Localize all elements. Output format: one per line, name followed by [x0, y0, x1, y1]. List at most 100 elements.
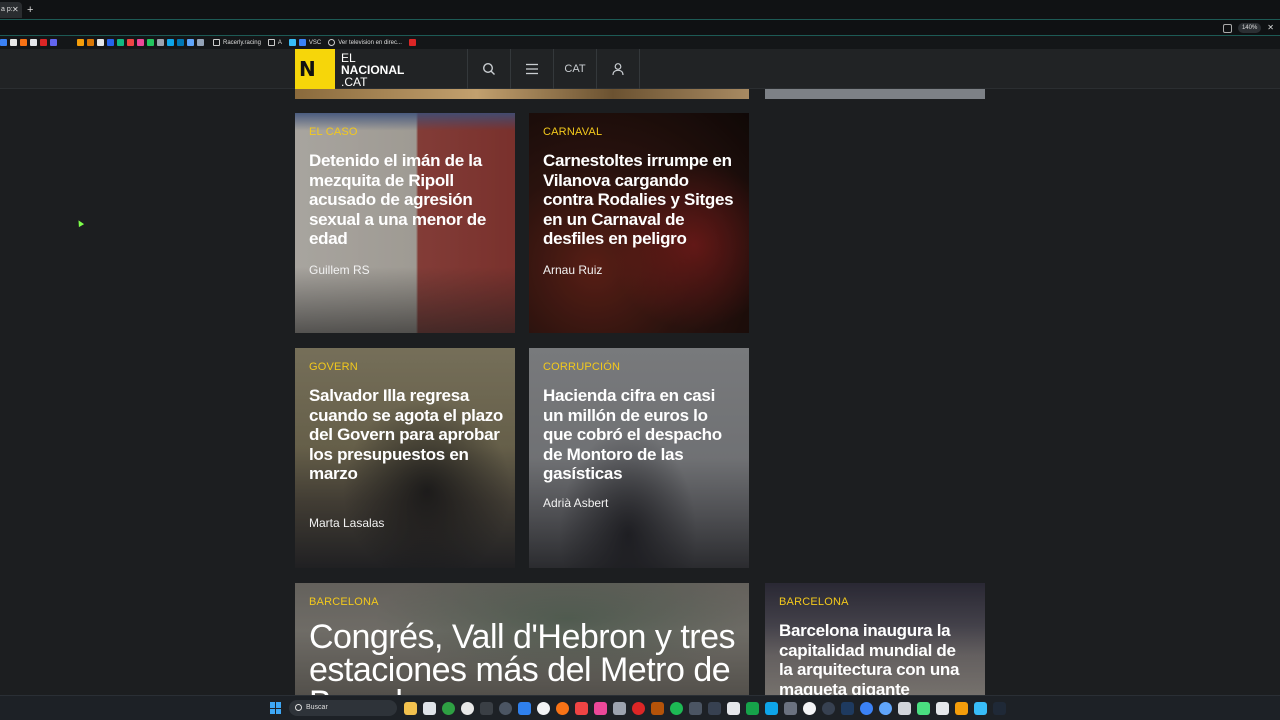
xbox-icon[interactable] — [442, 702, 455, 715]
vscode-icon[interactable] — [298, 39, 306, 46]
screenshot-icon[interactable] — [1222, 23, 1232, 33]
app-icon[interactable] — [784, 702, 797, 715]
search-button[interactable] — [468, 49, 510, 89]
app-icon[interactable] — [746, 702, 759, 715]
app-icon[interactable] — [651, 702, 664, 715]
taskbar-search[interactable]: Buscar — [289, 700, 397, 716]
article-title[interactable]: Congrés, Vall d'Hebron y tres estaciones… — [309, 620, 737, 695]
spotify-icon[interactable] — [670, 702, 683, 715]
previous-article-image[interactable] — [765, 89, 985, 99]
bookmark-icon[interactable] — [137, 39, 144, 46]
menu-button[interactable] — [511, 49, 553, 89]
taskbar-apps — [404, 701, 1006, 716]
bookmark-folder-a[interactable]: A — [278, 40, 282, 46]
bookmark-icon[interactable] — [20, 39, 27, 46]
article-title[interactable]: Carnestoltes irrumpe en Vilanova cargand… — [543, 151, 737, 249]
article-category: CORRUPCIÓN — [543, 361, 621, 373]
bookmark-icon[interactable] — [0, 39, 7, 46]
bookmark-icon[interactable] — [147, 39, 154, 46]
app-icon[interactable] — [993, 702, 1006, 715]
close-icon[interactable]: ✕ — [1267, 23, 1274, 33]
bookmark-icon[interactable] — [157, 39, 164, 46]
article-card[interactable]: BARCELONA Barcelona inaugura la capitali… — [765, 583, 985, 695]
article-category: BARCELONA — [309, 596, 379, 608]
app-icon[interactable] — [613, 702, 626, 715]
bookmarks-bar: Racerly.racing A VSC Ver television en d… — [0, 36, 1280, 49]
bookmark-icon[interactable] — [288, 39, 296, 46]
app-icon[interactable] — [727, 702, 740, 715]
logo-mark[interactable]: N — [295, 49, 335, 89]
bookmark-icon[interactable] — [30, 39, 37, 46]
file-explorer-icon[interactable] — [404, 702, 417, 715]
bookmark-icon[interactable] — [197, 39, 204, 46]
bookmark-icon[interactable] — [50, 39, 57, 46]
article-card[interactable]: CORRUPCIÓN Hacienda cifra en casi un mil… — [529, 348, 749, 568]
windows-start-icon[interactable] — [270, 702, 282, 714]
bookmark-icon[interactable] — [40, 39, 47, 46]
app-icon[interactable] — [917, 702, 930, 715]
bookmark-icon[interactable] — [97, 39, 104, 46]
taskbar: Buscar — [0, 695, 1280, 720]
app-icon[interactable] — [708, 702, 721, 715]
language-button[interactable]: CAT — [554, 49, 596, 89]
globe-icon[interactable] — [499, 702, 512, 715]
steam-icon[interactable] — [841, 702, 854, 715]
header-divider — [639, 49, 640, 89]
featured-article-card[interactable]: BARCELONA Congrés, Vall d'Hebron y tres … — [295, 583, 749, 695]
app-icon[interactable] — [860, 702, 873, 715]
globe-icon[interactable] — [328, 39, 336, 46]
account-button[interactable] — [597, 49, 639, 89]
app-icon[interactable] — [689, 702, 702, 715]
calculator-icon[interactable] — [480, 702, 493, 715]
bookmark-icon[interactable] — [77, 39, 84, 46]
article-title[interactable]: Detenido el imán de la mezquita de Ripol… — [309, 151, 503, 249]
app-icon[interactable] — [936, 702, 949, 715]
user-icon — [612, 63, 624, 76]
article-author[interactable]: Adrià Asbert — [543, 496, 608, 510]
bookmark-icon[interactable] — [167, 39, 174, 46]
bookmark-icon[interactable] — [10, 39, 17, 46]
opera-icon[interactable] — [632, 702, 645, 715]
bookmark-icon[interactable] — [177, 39, 184, 46]
app-icon[interactable] — [537, 702, 550, 715]
zoom-level[interactable]: 140% — [1237, 23, 1262, 33]
article-card[interactable]: CARNAVAL Carnestoltes irrumpe en Vilanov… — [529, 113, 749, 333]
article-title[interactable]: Barcelona inaugura la capitalidad mundia… — [779, 621, 973, 695]
new-tab-button[interactable]: + — [27, 2, 39, 18]
previous-article-image[interactable] — [295, 89, 749, 99]
bookmark-vsc[interactable]: VSC — [309, 40, 321, 46]
browser-icon[interactable] — [594, 702, 607, 715]
bookmark-tv[interactable]: Ver television en direc... — [338, 40, 402, 46]
chrome-icon[interactable] — [461, 702, 474, 715]
tab-close-icon[interactable]: ✕ — [12, 2, 22, 18]
app-icon[interactable] — [556, 702, 569, 715]
bookmark-racerly[interactable]: Racerly.racing — [223, 40, 261, 46]
article-card[interactable]: EL CASO Detenido el imán de la mezquita … — [295, 113, 515, 333]
logo-wordmark[interactable]: EL NACIONAL .CAT — [341, 52, 404, 88]
folder-icon[interactable] — [213, 39, 220, 46]
folder-icon[interactable] — [267, 39, 275, 46]
app-icon[interactable] — [974, 702, 987, 715]
bookmark-icon[interactable] — [127, 39, 134, 46]
article-card[interactable]: GOVERN Salvador Illa regresa cuando se a… — [295, 348, 515, 568]
store-icon[interactable] — [423, 702, 436, 715]
bookmark-icon[interactable] — [187, 39, 194, 46]
app-icon[interactable] — [575, 702, 588, 715]
app-icon[interactable] — [955, 702, 968, 715]
app-icon[interactable] — [765, 702, 778, 715]
site-header: N EL NACIONAL .CAT CAT — [0, 49, 1280, 89]
bookmark-icon[interactable] — [87, 39, 94, 46]
app-icon[interactable] — [879, 702, 892, 715]
app-icon[interactable] — [898, 702, 911, 715]
vscode-icon[interactable] — [518, 702, 531, 715]
bookmark-icon[interactable] — [107, 39, 114, 46]
bookmark-icon[interactable] — [408, 39, 416, 46]
article-title[interactable]: Salvador Illa regresa cuando se agota el… — [309, 386, 503, 484]
article-author[interactable]: Marta Lasalas — [309, 516, 384, 530]
app-icon[interactable] — [822, 702, 835, 715]
article-author[interactable]: Arnau Ruiz — [543, 263, 602, 277]
bookmark-icon[interactable] — [117, 39, 124, 46]
article-author[interactable]: Guillem RS — [309, 263, 370, 277]
article-title[interactable]: Hacienda cifra en casi un millón de euro… — [543, 386, 737, 484]
app-icon[interactable] — [803, 702, 816, 715]
